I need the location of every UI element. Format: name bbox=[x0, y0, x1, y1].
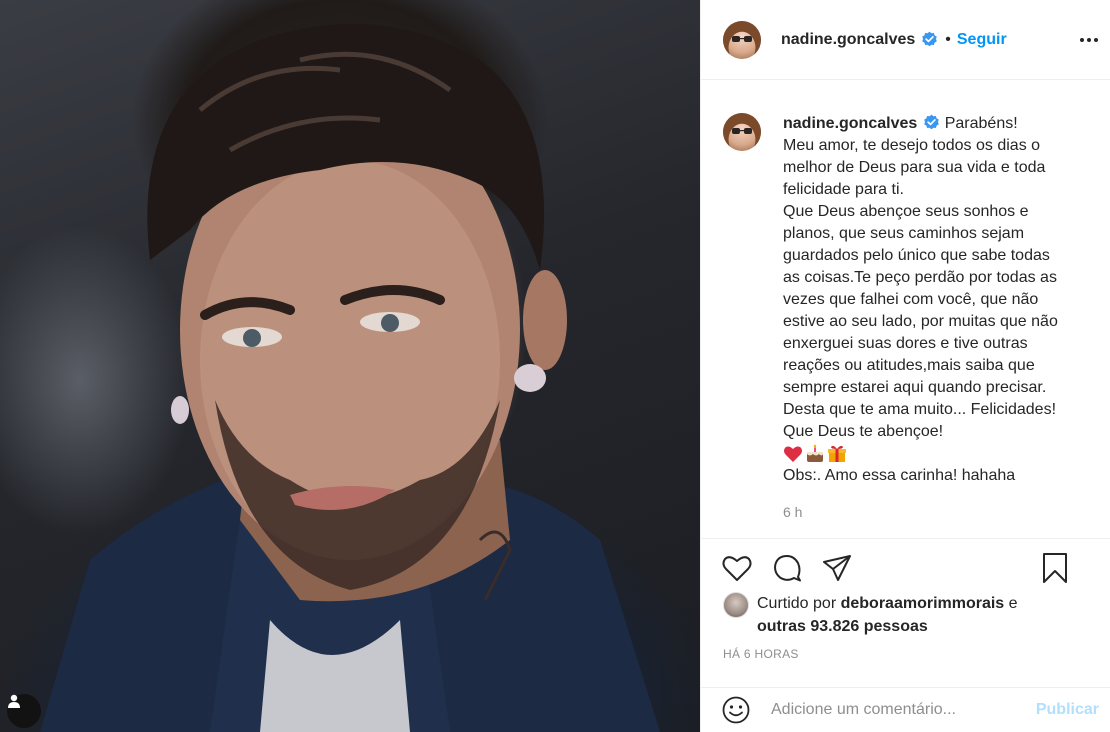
caption-section: nadine.goncalves Parabéns! Meu amor, te … bbox=[701, 81, 1110, 539]
caption-line: Parabéns! bbox=[944, 115, 1018, 132]
caption-emojis bbox=[783, 443, 1083, 465]
post-age[interactable]: HÁ 6 HORAS bbox=[723, 647, 799, 661]
like-heart-icon bbox=[722, 556, 752, 581]
verified-badge-icon bbox=[924, 114, 940, 130]
gift-emoji-icon bbox=[828, 445, 846, 462]
likes-prefix: Curtido por bbox=[757, 595, 841, 612]
separator-dot: • bbox=[945, 30, 951, 48]
caption-author-avatar[interactable] bbox=[723, 113, 761, 151]
photo-illustration bbox=[40, 24, 660, 732]
heart-emoji-icon bbox=[783, 446, 803, 462]
comment-icon bbox=[774, 555, 801, 582]
verified-badge-icon bbox=[922, 31, 938, 47]
caption-username[interactable]: nadine.goncalves bbox=[783, 115, 917, 132]
comment-bar: Publicar bbox=[701, 687, 1110, 732]
author-avatar[interactable] bbox=[723, 20, 761, 59]
liker-avatar[interactable] bbox=[723, 592, 749, 618]
caption-line: planos, que seus caminhos sejam bbox=[783, 225, 1025, 242]
caption-line: Que Deus te abençoe! bbox=[783, 423, 944, 440]
tagged-users-button[interactable] bbox=[7, 694, 41, 728]
author-username[interactable]: nadine.goncalves bbox=[781, 31, 915, 49]
like-button[interactable] bbox=[721, 552, 753, 584]
comment-input[interactable] bbox=[771, 701, 1021, 719]
caption-line: as coisas.Te peço perdão por todas as bbox=[783, 269, 1057, 286]
follow-button[interactable]: Seguir bbox=[957, 31, 1007, 49]
likes-others-link[interactable]: outras 93.826 pessoas bbox=[757, 618, 928, 635]
caption-line: felicidade para ti. bbox=[783, 181, 904, 198]
caption-line: vezes que falhei com você, que não bbox=[783, 291, 1039, 308]
save-bookmark-icon bbox=[1043, 553, 1067, 583]
user-icon bbox=[8, 694, 20, 708]
cake-emoji-icon bbox=[807, 444, 823, 462]
emoji-picker-button[interactable] bbox=[721, 695, 751, 725]
sunglasses-icon bbox=[732, 35, 752, 42]
share-button[interactable] bbox=[821, 552, 853, 584]
liker-username[interactable]: deboraamorimmorais bbox=[841, 595, 1005, 612]
share-icon bbox=[823, 555, 851, 581]
caption-timestamp[interactable]: 6 h bbox=[783, 501, 1083, 523]
post-actions bbox=[701, 550, 1110, 586]
caption-line: Desta que te ama muito... Felicidades! bbox=[783, 401, 1057, 418]
post-header: nadine.goncalves • Seguir bbox=[701, 0, 1110, 80]
caption-line: estive ao seu lado, por muitas que não bbox=[783, 313, 1058, 330]
sunglasses-icon bbox=[732, 128, 752, 134]
caption-line: Que Deus abençoe seus sonhos e bbox=[783, 203, 1029, 220]
caption-line: Obs:. Amo essa carinha! hahaha bbox=[783, 467, 1016, 484]
caption-line: sempre estarei aqui quando precisar. bbox=[783, 379, 1047, 396]
caption-text: nadine.goncalves Parabéns! Meu amor, te … bbox=[783, 113, 1083, 538]
likes-summary: Curtido por deboraamorimmorais e outras … bbox=[723, 592, 1103, 638]
comment-button[interactable] bbox=[771, 552, 803, 584]
publish-button[interactable]: Publicar bbox=[1036, 701, 1099, 719]
emoji-smile-icon bbox=[722, 696, 750, 724]
caption-line: reações ou atitudes,mais saiba que bbox=[783, 357, 1035, 374]
more-options-icon[interactable] bbox=[1077, 28, 1101, 52]
likes-connector: e bbox=[1004, 595, 1018, 612]
post-side-panel: nadine.goncalves • Seguir nadine.goncalv… bbox=[700, 0, 1110, 732]
caption-line: melhor de Deus para sua vida e toda bbox=[783, 159, 1046, 176]
caption-line: Meu amor, te desejo todos os dias o bbox=[783, 137, 1041, 154]
caption-line: guardados pelo único que sabe todas bbox=[783, 247, 1050, 264]
save-button[interactable] bbox=[1039, 552, 1071, 584]
post-photo[interactable] bbox=[0, 0, 700, 732]
caption-line: enxerguei suas dores e tive outras bbox=[783, 335, 1028, 352]
